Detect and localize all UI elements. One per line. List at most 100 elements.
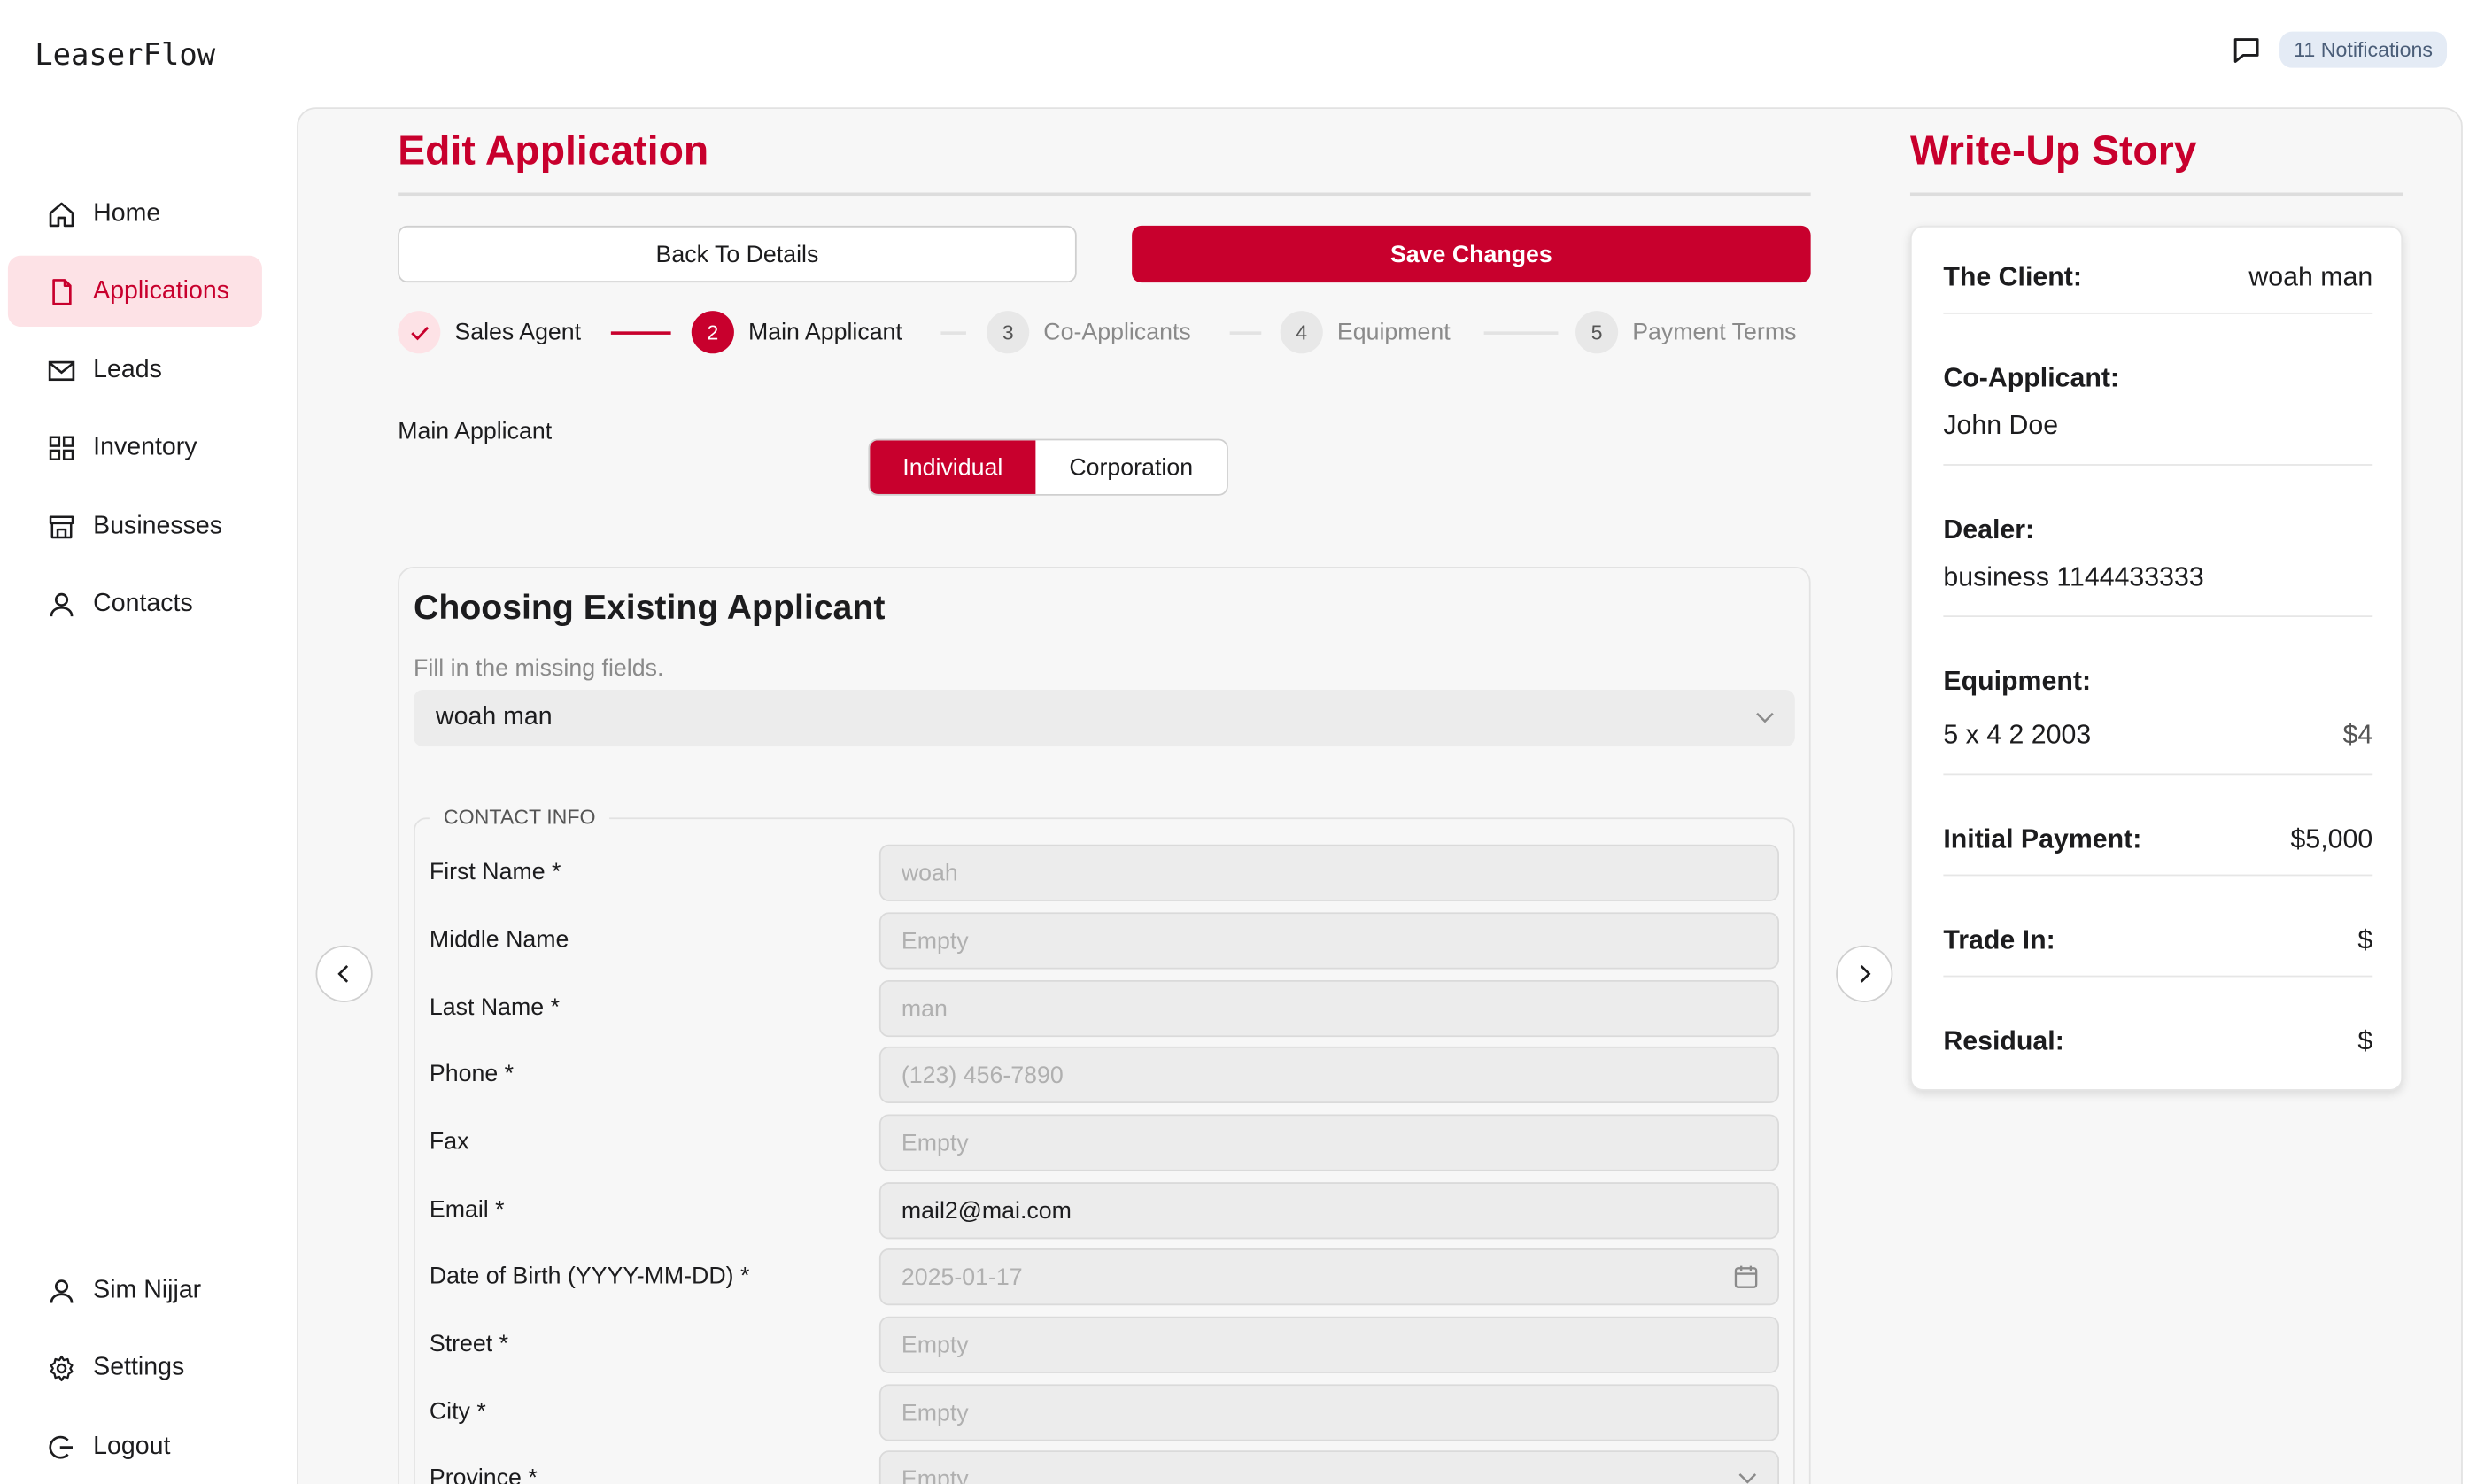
back-to-details-button[interactable]: Back To Details bbox=[398, 225, 1077, 283]
sidebar-item-home[interactable]: Home bbox=[8, 178, 262, 249]
field-placeholder: 2025-01-17 bbox=[901, 1263, 1023, 1291]
field-label: Last Name * bbox=[429, 994, 561, 1022]
individual-option[interactable]: Individual bbox=[870, 440, 1036, 494]
applicant-type-toggle: Individual Corporation bbox=[868, 438, 1228, 496]
story-divider bbox=[1909, 192, 2403, 197]
gear-icon bbox=[50, 1355, 74, 1381]
step-connector bbox=[610, 331, 671, 335]
existing-applicant-select[interactable]: woah man bbox=[414, 689, 1795, 747]
story-label: Residual: bbox=[1943, 1025, 2064, 1056]
selected-applicant-value: woah man bbox=[435, 704, 553, 731]
field-label: Fax bbox=[429, 1128, 469, 1156]
story-label: Trade In: bbox=[1943, 924, 2055, 955]
sidebar-item-logout[interactable]: Logout bbox=[8, 1411, 262, 1482]
step-payment-terms[interactable]: 5 Payment Terms bbox=[1575, 311, 1796, 354]
logout-icon bbox=[49, 1434, 73, 1458]
field-value: mail2@mai.com bbox=[901, 1197, 1072, 1225]
street-input[interactable]: Empty bbox=[878, 1316, 1779, 1373]
story-equipment: Equipment: 5 x 4 2 2003 $4 bbox=[1943, 666, 2372, 751]
story-dealer: Dealer: business 1144433333 bbox=[1943, 514, 2372, 593]
sidebar-item-label: Contacts bbox=[93, 589, 193, 617]
story-value: John Doe bbox=[1943, 410, 2059, 441]
step-label: Sales Agent bbox=[454, 319, 582, 346]
step-connector bbox=[1483, 331, 1559, 335]
chevron-left-icon bbox=[337, 965, 349, 983]
sidebar-item-settings[interactable]: Settings bbox=[8, 1333, 262, 1403]
previous-step-button[interactable] bbox=[315, 945, 373, 1002]
sidebar-item-contacts[interactable]: Contacts bbox=[8, 568, 262, 639]
fax-input[interactable]: Empty bbox=[878, 1114, 1779, 1171]
field-placeholder: man bbox=[901, 994, 948, 1023]
story-value: $ bbox=[2357, 1025, 2373, 1056]
story-label: Equipment: bbox=[1943, 666, 2092, 697]
phone-input[interactable]: (123) 456-7890 bbox=[878, 1046, 1779, 1104]
card-subtitle: Fill in the missing fields. bbox=[414, 654, 664, 683]
story-residual: Residual: $ bbox=[1943, 1026, 2372, 1058]
story-label: Initial Payment: bbox=[1943, 823, 2142, 854]
step-label: Co-Applicants bbox=[1043, 319, 1191, 346]
story-title: Write-Up Story bbox=[1909, 126, 2197, 174]
user-icon bbox=[50, 591, 74, 616]
sidebar-item-label: Sim Nijjar bbox=[93, 1276, 202, 1303]
app-logo[interactable]: LeaserFlow bbox=[35, 38, 215, 73]
step-connector bbox=[1229, 331, 1262, 335]
save-changes-button[interactable]: Save Changes bbox=[1132, 225, 1811, 283]
step-label: Equipment bbox=[1336, 319, 1451, 346]
step-co-applicants[interactable]: 3 Co-Applicants bbox=[987, 311, 1191, 354]
story-value: $5,000 bbox=[2290, 823, 2373, 854]
user-icon bbox=[50, 1279, 74, 1302]
section-legend: CONTACT INFO bbox=[429, 805, 610, 829]
divider bbox=[1943, 874, 2373, 877]
equipment-item: 5 x 4 2 2003 bbox=[1943, 719, 2092, 750]
story-client: The Client: woah man bbox=[1943, 262, 2372, 294]
sidebar-item-label: Applications bbox=[93, 276, 229, 305]
sidebar-item-profile[interactable]: Sim Nijjar bbox=[8, 1255, 262, 1326]
email-input[interactable]: mail2@mai.com bbox=[878, 1182, 1779, 1240]
card-title: Choosing Existing Applicant bbox=[414, 587, 886, 627]
middle-name-input[interactable]: Empty bbox=[878, 912, 1779, 970]
field-label: Middle Name bbox=[429, 926, 569, 954]
step-sales-agent[interactable]: Sales Agent bbox=[398, 311, 582, 354]
sidebar-item-inventory[interactable]: Inventory bbox=[8, 412, 262, 483]
sidebar-item-label: Inventory bbox=[93, 433, 197, 460]
step-number: 3 bbox=[987, 311, 1030, 354]
equipment-price: $4 bbox=[2342, 719, 2373, 750]
first-name-input[interactable]: woah bbox=[878, 844, 1779, 901]
step-main-applicant[interactable]: 2 Main Applicant bbox=[691, 311, 902, 354]
page-title: Edit Application bbox=[398, 126, 709, 174]
field-placeholder: Empty bbox=[901, 1129, 969, 1156]
city-input[interactable]: Empty bbox=[878, 1384, 1779, 1441]
home-icon bbox=[49, 201, 74, 227]
topbar-actions: 11 Notifications bbox=[2229, 31, 2448, 68]
field-placeholder: Empty bbox=[901, 1331, 969, 1358]
title-divider bbox=[398, 192, 1811, 197]
divider bbox=[1943, 975, 2373, 978]
field-label: Province * bbox=[429, 1465, 538, 1484]
last-name-input[interactable]: man bbox=[878, 979, 1779, 1038]
story-label: Dealer: bbox=[1943, 514, 2035, 545]
chevron-down-icon bbox=[1756, 712, 1774, 723]
sidebar-item-applications[interactable]: Applications bbox=[7, 255, 262, 327]
step-equipment[interactable]: 4 Equipment bbox=[1280, 311, 1451, 354]
divider bbox=[1943, 615, 2373, 617]
corporation-option[interactable]: Corporation bbox=[1035, 440, 1227, 494]
field-placeholder: Empty bbox=[901, 1465, 969, 1484]
sidebar-item-label: Businesses bbox=[93, 512, 223, 539]
field-label: Phone * bbox=[429, 1060, 515, 1088]
province-select[interactable]: Empty bbox=[878, 1450, 1779, 1484]
next-step-button[interactable] bbox=[1836, 945, 1893, 1002]
field-label: First Name * bbox=[429, 858, 561, 886]
stepper: Sales Agent 2 Main Applicant 3 Co-Applic… bbox=[398, 311, 1810, 355]
field-label: City * bbox=[429, 1398, 486, 1426]
notifications-badge[interactable]: 11 Notifications bbox=[2279, 31, 2448, 68]
date-of-birth-input[interactable]: 2025-01-17 bbox=[878, 1248, 1779, 1306]
write-up-story-card: The Client: woah man Co-Applicant: John … bbox=[1909, 225, 2403, 1091]
sidebar-item-businesses[interactable]: Businesses bbox=[8, 491, 262, 561]
sidebar-item-leads[interactable]: Leads bbox=[8, 335, 262, 406]
document-icon bbox=[52, 278, 72, 305]
chat-icon[interactable] bbox=[2229, 33, 2264, 67]
calendar-icon[interactable] bbox=[1733, 1264, 1759, 1290]
field-label: Date of Birth (YYYY-MM-DD) * bbox=[429, 1263, 750, 1290]
story-value: business 1144433333 bbox=[1943, 561, 2204, 592]
field-placeholder: Empty bbox=[901, 927, 969, 955]
